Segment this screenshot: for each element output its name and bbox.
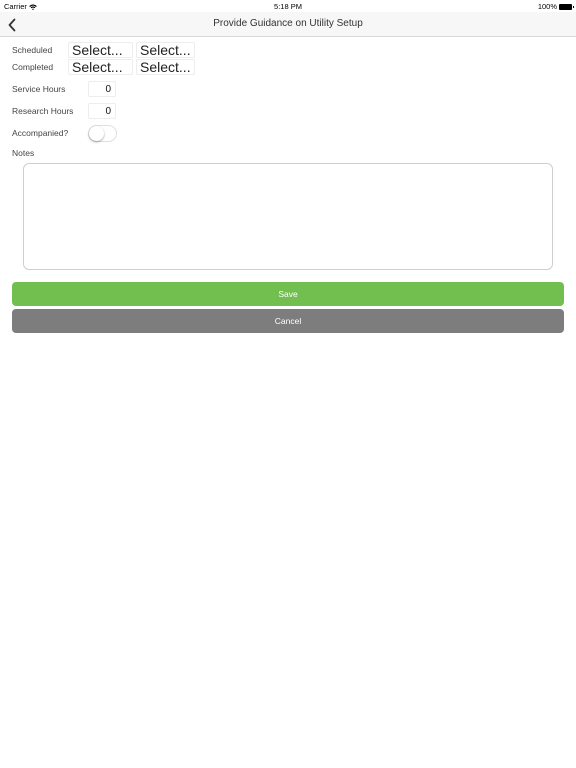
accompanied-toggle[interactable]: [88, 125, 117, 142]
service-hours-field[interactable]: 0: [88, 81, 116, 97]
service-hours-label: Service Hours: [12, 84, 66, 94]
research-hours-field[interactable]: 0: [88, 103, 116, 119]
notes-label: Notes: [12, 148, 35, 158]
completed-label: Completed: [12, 62, 54, 72]
cancel-button[interactable]: Cancel: [12, 309, 564, 333]
scheduled-time-select[interactable]: Select...: [136, 42, 195, 58]
status-bar: Carrier 5:18 PM 100%: [0, 0, 576, 12]
scheduled-date-select[interactable]: Select...: [68, 42, 133, 58]
completed-time-select[interactable]: Select...: [136, 59, 195, 75]
save-button[interactable]: Save: [12, 282, 564, 306]
completed-date-select[interactable]: Select...: [68, 59, 133, 75]
accompanied-label: Accompanied?: [12, 128, 69, 138]
page-title: Provide Guidance on Utility Setup: [213, 18, 363, 29]
navigation-bar: Provide Guidance on Utility Setup: [0, 12, 576, 37]
research-hours-label: Research Hours: [12, 106, 74, 116]
notes-textarea[interactable]: [23, 163, 553, 270]
toggle-knob: [89, 126, 104, 141]
battery-indicator: 100%: [537, 2, 574, 11]
battery-icon: [559, 3, 574, 10]
battery-percent: 100%: [537, 2, 557, 11]
scheduled-label: Scheduled: [12, 45, 53, 55]
clock: 5:18 PM: [274, 2, 302, 11]
